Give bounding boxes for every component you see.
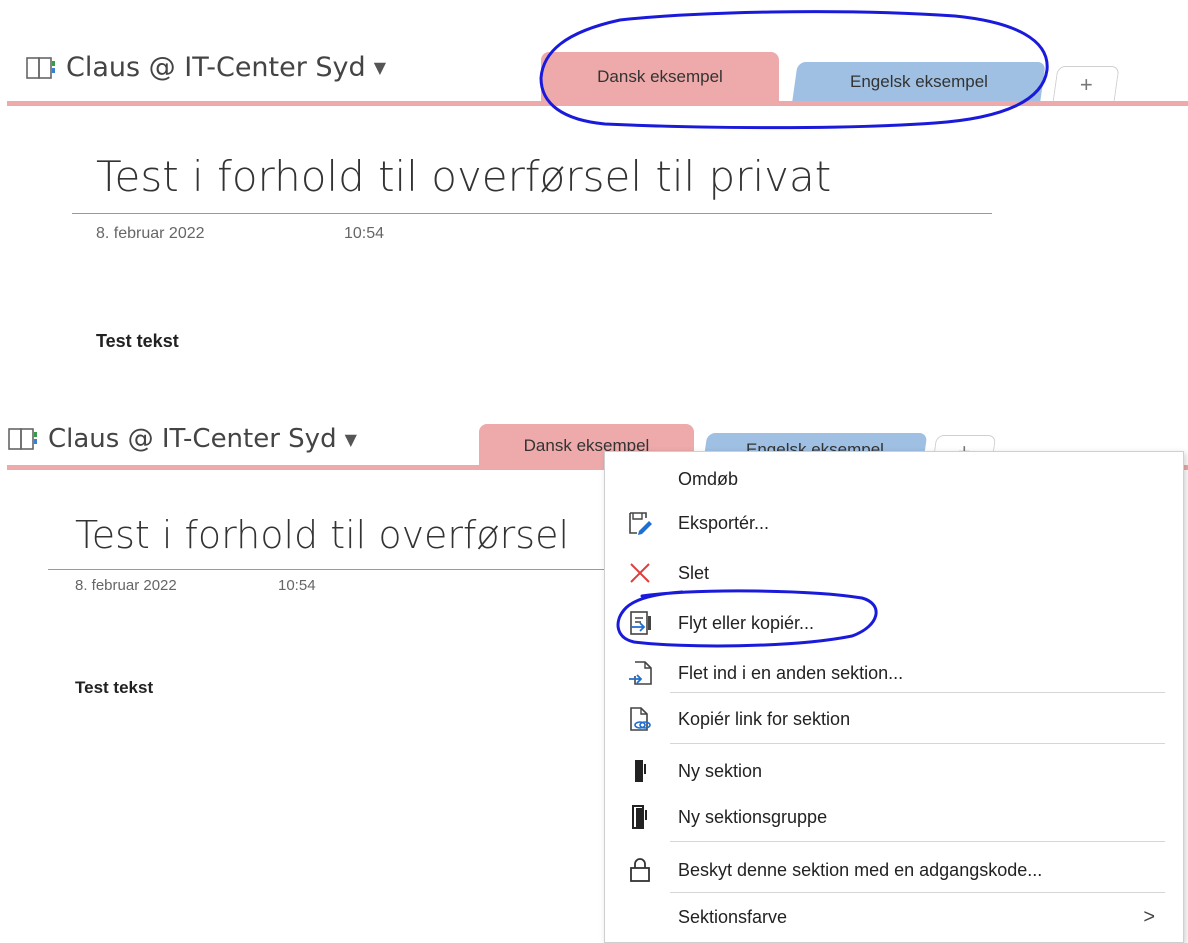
menu-item-label: Flet ind i en anden sektion... — [678, 662, 904, 683]
chevron-down-icon[interactable]: ▼ — [345, 430, 357, 449]
menu-item-merge[interactable]: Flet ind i en anden sektion... — [605, 648, 1183, 698]
page-date: 8. februar 2022 — [75, 577, 177, 594]
menu-item-label: Sektionsfarve — [678, 906, 788, 927]
menu-item-copy-link[interactable]: Kopiér link for sektion — [605, 694, 1183, 744]
menu-item-move-or-copy[interactable]: Flyt eller kopiér... — [605, 598, 1183, 648]
notebook-icon — [26, 55, 56, 81]
menu-item-label: Kopiér link for sektion — [678, 708, 851, 729]
menu-separator — [670, 841, 1165, 842]
onenote-view-top: Claus @ IT-Center Syd ▼ Dansk eksempel E… — [0, 0, 1188, 380]
menu-item-delete[interactable]: Slet — [605, 548, 1183, 598]
menu-item-label: Slet — [678, 562, 710, 583]
menu-item-new-section[interactable]: Ny sektion — [605, 746, 1183, 796]
menu-item-label: Ny sektion — [678, 760, 763, 781]
body-text[interactable]: Test tekst — [75, 678, 153, 698]
menu-item-rename[interactable]: Omdøb — [605, 454, 1183, 504]
tab-dansk-eksempel[interactable]: Dansk eksempel — [541, 52, 779, 102]
page-date: 8. februar 2022 — [96, 225, 205, 242]
export-icon — [627, 510, 653, 536]
menu-item-label: Omdøb — [678, 468, 739, 489]
chevron-down-icon[interactable]: ▼ — [374, 58, 386, 77]
menu-item-label: Eksportér... — [678, 512, 770, 533]
link-icon — [627, 706, 653, 732]
section-color-bar — [7, 101, 1188, 106]
new-section-icon — [627, 758, 653, 784]
page-time: 10:54 — [344, 225, 385, 242]
menu-item-export[interactable]: Eksportér... — [605, 498, 1183, 548]
tab-engelsk-eksempel[interactable]: Engelsk eksempel — [792, 62, 1046, 102]
new-section-group-icon — [627, 804, 653, 830]
menu-separator — [670, 743, 1165, 744]
delete-x-icon — [627, 560, 653, 586]
menu-item-label: Ny sektionsgruppe — [678, 806, 828, 827]
page-time: 10:54 — [278, 577, 316, 594]
body-text[interactable]: Test tekst — [96, 331, 179, 352]
tab-label: Dansk eksempel — [597, 67, 723, 86]
page-title[interactable]: Test i forhold til overførsel — [75, 513, 603, 557]
add-section-button[interactable]: + — [1052, 66, 1120, 103]
tab-label: Engelsk eksempel — [850, 72, 988, 91]
menu-item-label: Flyt eller kopiér... — [678, 612, 815, 633]
menu-separator — [670, 692, 1165, 693]
menu-item-label: Beskyt denne sektion med en adgangskode.… — [678, 859, 1043, 880]
title-underline — [72, 213, 992, 214]
lock-icon — [627, 857, 653, 883]
menu-item-password-protect[interactable]: Beskyt denne sektion med en adgangskode.… — [605, 845, 1183, 895]
section-context-menu: Omdøb Eksportér... Slet Flyt eller kopié… — [604, 451, 1184, 943]
notebook-name: Claus @ IT-Center Syd — [48, 424, 337, 454]
move-copy-icon — [627, 610, 653, 636]
plus-icon: + — [1079, 72, 1093, 97]
title-underline — [48, 569, 604, 570]
menu-item-new-section-group[interactable]: Ny sektionsgruppe — [605, 792, 1183, 842]
notebook-selector[interactable]: Claus @ IT-Center Syd ▼ — [26, 52, 386, 83]
chevron-right-icon: > — [1143, 905, 1155, 928]
merge-icon — [627, 660, 653, 686]
notebook-icon — [8, 426, 38, 452]
page-title[interactable]: Test i forhold til overførsel til privat — [96, 152, 991, 201]
notebook-name: Claus @ IT-Center Syd — [66, 52, 366, 83]
notebook-selector[interactable]: Claus @ IT-Center Syd ▼ — [8, 424, 357, 454]
